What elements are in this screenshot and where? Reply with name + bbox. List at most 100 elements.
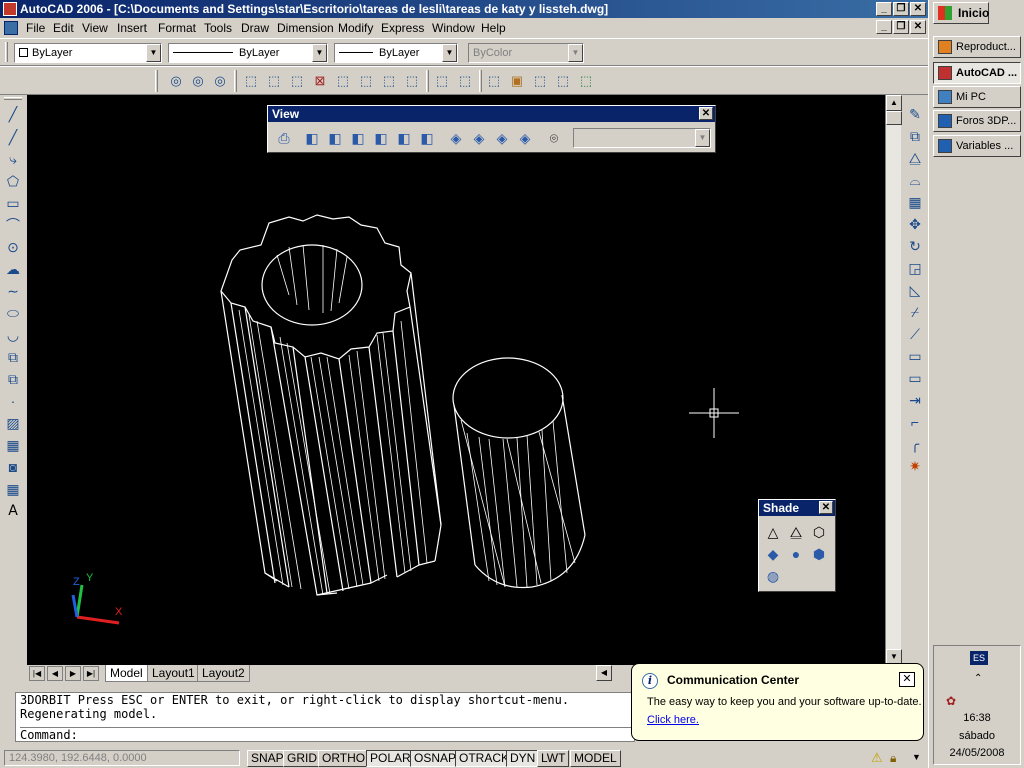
tab-layout2[interactable]: Layout2: [197, 665, 250, 682]
insert-block-icon[interactable]: ⧉: [2, 346, 24, 368]
snap-toggle[interactable]: SNAP: [247, 750, 288, 767]
copy-icon[interactable]: ⧉: [904, 125, 926, 147]
point-icon[interactable]: ·: [2, 390, 24, 412]
circle-icon[interactable]: ⊙: [2, 236, 24, 258]
subtract-icon[interactable]: ◎: [188, 71, 208, 91]
move-icon[interactable]: ✥: [904, 213, 926, 235]
shade-toolbar[interactable]: Shade ✕ △ ⧋ ⬡ ◆ ● ⬢ ◍: [758, 499, 836, 592]
se-isometric-icon[interactable]: ◈: [469, 128, 489, 148]
rotate-faces-icon[interactable]: ⬚: [333, 71, 353, 91]
front-view-icon[interactable]: ◧: [394, 128, 414, 148]
toolbar-grip[interactable]: [5, 42, 8, 62]
rectangle-icon[interactable]: ▭: [2, 192, 24, 214]
gear-solid[interactable]: [220, 214, 442, 596]
region-icon[interactable]: ◙: [2, 456, 24, 478]
shade-toolbar-title[interactable]: Shade ✕: [759, 500, 835, 516]
close-icon[interactable]: ✕: [699, 107, 713, 120]
menu-dimension[interactable]: Dimension: [277, 21, 334, 35]
revision-cloud-icon[interactable]: ☁: [2, 258, 24, 280]
hidden-icon[interactable]: ⬡: [809, 522, 829, 542]
start-button[interactable]: Inicio: [933, 2, 989, 24]
hatch-icon[interactable]: ▨: [2, 412, 24, 434]
flat-shaded-icon[interactable]: ◆: [763, 544, 783, 564]
lwt-toggle[interactable]: LWT: [537, 750, 570, 767]
cylinder-solid[interactable]: [452, 357, 586, 589]
bottom-view-icon[interactable]: ◧: [325, 128, 345, 148]
restore-icon[interactable]: ❐: [893, 2, 909, 16]
polar-toggle[interactable]: POLAR: [366, 750, 415, 767]
3d-wireframe-icon[interactable]: ⧋: [786, 522, 806, 542]
menu-tools[interactable]: Tools: [204, 21, 232, 35]
join-icon[interactable]: ⇥: [904, 389, 926, 411]
flat-edges-on-icon[interactable]: ⬢: [809, 544, 829, 564]
next-tab-icon[interactable]: ▶: [65, 666, 81, 681]
clean-icon[interactable]: ▣: [507, 71, 527, 91]
dyn-toggle[interactable]: DYN: [506, 750, 540, 767]
menu-file[interactable]: File: [26, 21, 45, 35]
mirror-icon[interactable]: ⧋: [904, 147, 926, 169]
coordinate-readout[interactable]: 124.3980, 192.6448, 0.0000: [4, 750, 240, 766]
grid-toggle[interactable]: GRID: [283, 750, 321, 767]
menu-edit[interactable]: Edit: [53, 21, 74, 35]
spline-icon[interactable]: ∼: [2, 280, 24, 302]
clock-time[interactable]: 16:38: [934, 712, 1020, 724]
command-window[interactable]: 3DORBIT Press ESC or ENTER to exit, or r…: [15, 692, 635, 742]
layer-combo[interactable]: ByLayer ▼: [14, 43, 162, 63]
lineweight-combo[interactable]: ByLayer ▼: [334, 43, 458, 63]
table-icon[interactable]: ▦: [2, 478, 24, 500]
offset-faces-icon[interactable]: ⬚: [287, 71, 307, 91]
doc-restore-icon[interactable]: ❐: [893, 20, 909, 34]
multiline-text-icon[interactable]: A: [2, 500, 24, 522]
erase-icon[interactable]: ✎: [904, 103, 926, 125]
task-media-player[interactable]: Reproduct...: [933, 36, 1021, 58]
scroll-thumb[interactable]: [886, 111, 902, 125]
copy-edges-icon[interactable]: ⬚: [432, 71, 452, 91]
task-forums[interactable]: Foros 3DP...: [933, 110, 1021, 132]
make-block-icon[interactable]: ⧉: [2, 368, 24, 390]
tray-app-icon[interactable]: ✿: [946, 694, 956, 708]
ellipse-arc-icon[interactable]: ◡: [2, 324, 24, 346]
stretch-icon[interactable]: ◺: [904, 279, 926, 301]
model-toggle[interactable]: MODEL: [570, 750, 621, 767]
otrack-toggle[interactable]: OTRACK: [455, 750, 514, 767]
copy-faces-icon[interactable]: ⬚: [379, 71, 399, 91]
close-icon[interactable]: ✕: [819, 501, 833, 514]
view-toolbar[interactable]: View ✕ ⎙ ◧ ◧ ◧ ◧ ◧ ◧ ◈ ◈ ◈ ◈ ⌾ ▼: [267, 105, 716, 153]
gouraud-edges-on-icon[interactable]: ◍: [763, 566, 783, 586]
expand-tray-icon[interactable]: ⌃: [974, 673, 982, 684]
language-indicator[interactable]: ES: [970, 651, 988, 665]
tab-model[interactable]: Model: [105, 665, 148, 682]
menu-draw[interactable]: Draw: [241, 21, 269, 35]
gradient-icon[interactable]: ▦: [2, 434, 24, 456]
last-tab-icon[interactable]: ▶|: [83, 666, 99, 681]
lock-icon[interactable]: 🔒︎: [890, 751, 904, 765]
separate-icon[interactable]: ⬚: [530, 71, 550, 91]
sw-isometric-icon[interactable]: ◈: [446, 128, 466, 148]
array-icon[interactable]: ▦: [904, 191, 926, 213]
gouraud-shaded-icon[interactable]: ●: [786, 544, 806, 564]
right-view-icon[interactable]: ◧: [371, 128, 391, 148]
menu-modify[interactable]: Modify: [338, 21, 373, 35]
break-at-point-icon[interactable]: ▭: [904, 345, 926, 367]
prev-tab-icon[interactable]: ◀: [47, 666, 63, 681]
autocad-app-icon[interactable]: [3, 2, 17, 16]
toolbar-grip[interactable]: [4, 97, 22, 100]
dropdown-arrow-icon[interactable]: ▼: [442, 44, 457, 62]
menu-express[interactable]: Express: [381, 21, 424, 35]
drawing-canvas[interactable]: Z Y X View ✕ ⎙ ◧ ◧ ◧ ◧ ◧ ◧ ◈ ◈ ◈ ◈ ⌾ ▼ Sh…: [27, 95, 885, 665]
minimize-icon[interactable]: _: [876, 2, 892, 16]
status-menu-arrow-icon[interactable]: ▼: [912, 752, 921, 762]
explode-icon[interactable]: ✷: [904, 455, 926, 477]
communication-center-balloon[interactable]: i Communication Center ✕ The easy way to…: [631, 663, 924, 741]
doc-minimize-icon[interactable]: _: [876, 20, 892, 34]
fillet-icon[interactable]: ╭: [904, 433, 926, 455]
polygon-icon[interactable]: ⬠: [2, 170, 24, 192]
tab-layout1[interactable]: Layout1: [147, 665, 200, 682]
view-toolbar-title[interactable]: View ✕: [268, 106, 715, 122]
doc-close-icon[interactable]: ✕: [910, 20, 926, 34]
union-icon[interactable]: ◎: [166, 71, 186, 91]
named-views-icon[interactable]: ⎙: [274, 128, 294, 148]
arc-icon[interactable]: ⌒: [2, 214, 24, 236]
back-view-icon[interactable]: ◧: [417, 128, 437, 148]
ortho-toggle[interactable]: ORTHO: [318, 750, 370, 767]
